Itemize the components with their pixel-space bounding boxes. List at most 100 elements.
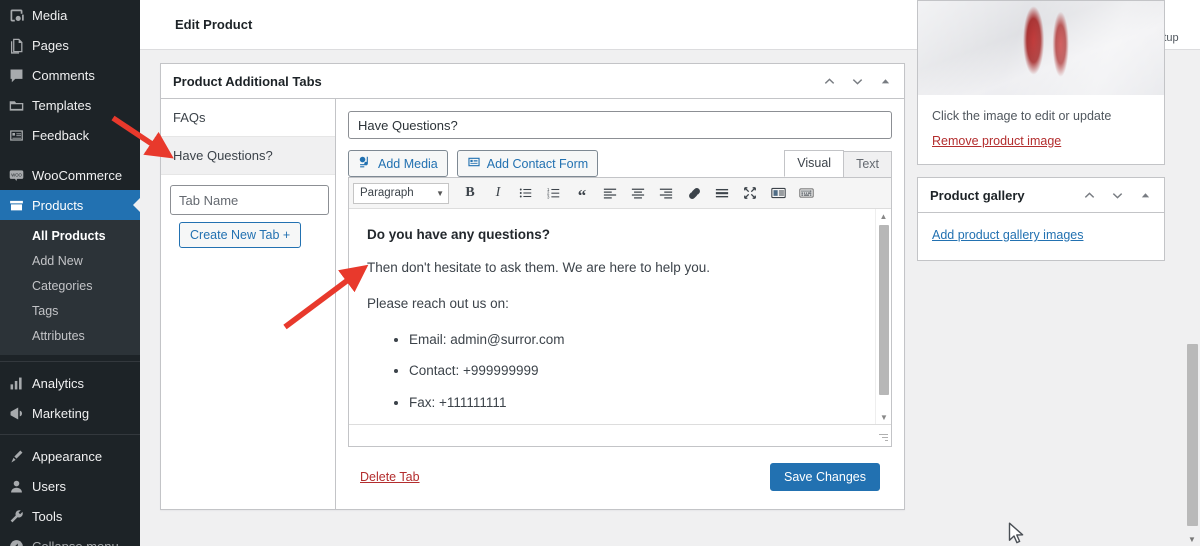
add-contact-form-button[interactable]: Add Contact Form [456, 150, 599, 177]
page-scroll-down-arrow-icon[interactable]: ▼ [1184, 535, 1200, 544]
pages-icon [8, 37, 32, 54]
content-paragraph-2: Please reach out us on: [367, 295, 509, 311]
scroll-up-arrow-icon[interactable]: ▲ [876, 209, 891, 223]
sidebar-subitem-attributes[interactable]: Attributes [0, 324, 140, 349]
editor-resize-handle[interactable] [878, 434, 888, 444]
tab-list-item-faqs[interactable]: FAQs [161, 99, 335, 137]
panel-body: FAQs Have Questions? Create New Tab + Ad… [161, 99, 904, 509]
editor-scrollbar-thumb[interactable] [879, 225, 889, 395]
content-list: Email: admin@surror.com Contact: +999999… [409, 331, 867, 412]
panel-header: Product Additional Tabs [161, 64, 904, 99]
blockquote-icon[interactable]: “ [569, 181, 595, 205]
media-icon [358, 155, 372, 172]
products-icon [8, 197, 32, 214]
align-right-icon[interactable] [653, 181, 679, 205]
product-gallery-header: Product gallery [918, 178, 1164, 213]
collapse-icon [8, 538, 32, 546]
bold-icon[interactable]: B [457, 181, 483, 205]
svg-text:WOO: WOO [11, 172, 22, 177]
add-media-button[interactable]: Add Media [348, 150, 448, 177]
woocommerce-icon: WOO [8, 167, 32, 184]
analytics-icon [8, 375, 32, 392]
feedback-icon [8, 127, 32, 144]
align-center-icon[interactable] [625, 181, 651, 205]
tab-visual[interactable]: Visual [784, 150, 845, 177]
editor-content[interactable]: Do you have any questions? Then don't he… [349, 209, 891, 424]
sidebar-item-label: Pages [32, 37, 69, 53]
list-item: Contact: +999999999 [409, 362, 867, 380]
sidebar-subitem-tags[interactable]: Tags [0, 299, 140, 324]
sidebar-divider [0, 434, 140, 435]
sidebar-item-media[interactable]: Media [0, 0, 140, 30]
editor-scrollbar[interactable]: ▲ ▼ [875, 209, 891, 424]
sidebar-subitem-all-products[interactable]: All Products [0, 224, 140, 249]
editor-toolbar: Paragraph ▼ B I 123 “ [349, 178, 891, 209]
add-media-label: Add Media [378, 156, 438, 171]
svg-text:3: 3 [547, 194, 550, 199]
product-image-panel: Click the image to edit or update Remove… [917, 0, 1165, 165]
sidebar-collapse-menu[interactable]: Collapse menu [0, 531, 140, 546]
numbered-list-icon[interactable]: 123 [541, 181, 567, 205]
sidebar-item-users[interactable]: Users [0, 471, 140, 501]
add-product-gallery-images-link[interactable]: Add product gallery images [932, 228, 1083, 242]
page-scrollbar[interactable]: ▼ [1184, 50, 1200, 546]
align-left-icon[interactable] [597, 181, 623, 205]
list-item: Email: admin@surror.com [409, 331, 867, 349]
save-changes-button[interactable]: Save Changes [769, 463, 880, 491]
product-additional-tabs-panel: Product Additional Tabs FAQs Have Questi… [160, 63, 905, 510]
sidebar-item-woocommerce[interactable]: WOO WooCommerce [0, 160, 140, 190]
sidebar-item-products[interactable]: Products [0, 190, 140, 220]
panel-title: Product Additional Tabs [173, 73, 322, 89]
link-icon[interactable] [681, 181, 707, 205]
product-image-caption: Click the image to edit or update [932, 109, 1112, 123]
product-image-thumbnail[interactable] [918, 1, 1164, 95]
tabs-list: FAQs Have Questions? Create New Tab + [161, 99, 336, 509]
format-select-value: Paragraph [360, 187, 414, 199]
sidebar-meta-column: Click the image to edit or update Remove… [917, 0, 1165, 273]
fullscreen-icon[interactable] [737, 181, 763, 205]
sidebar-subitem-add-new[interactable]: Add New [0, 249, 140, 274]
chevron-up-icon[interactable] [1078, 184, 1100, 206]
comments-icon [8, 67, 32, 84]
remove-product-image-link[interactable]: Remove product image [918, 123, 1075, 164]
create-new-tab-button[interactable]: Create New Tab + [179, 222, 302, 248]
chevron-down-icon[interactable] [1106, 184, 1128, 206]
templates-icon [8, 97, 32, 114]
caret-up-icon[interactable] [1134, 184, 1156, 206]
sidebar-item-comments[interactable]: Comments [0, 60, 140, 90]
sidebar-item-feedback[interactable]: Feedback [0, 120, 140, 150]
chevron-up-icon[interactable] [818, 70, 840, 92]
sidebar-subitem-categories[interactable]: Categories [0, 274, 140, 299]
sidebar-item-templates[interactable]: Templates [0, 90, 140, 120]
tab-text[interactable]: Text [843, 151, 892, 177]
italic-icon[interactable]: I [485, 181, 511, 205]
bulleted-list-icon[interactable] [513, 181, 539, 205]
sidebar-item-marketing[interactable]: Marketing [0, 398, 140, 428]
editor-media-row: Add Media Add Contact Form Visual Text [348, 150, 892, 177]
chevron-down-icon: ▼ [436, 188, 444, 198]
form-icon [467, 155, 481, 172]
product-gallery-panel: Product gallery Add product gallery imag… [917, 177, 1165, 261]
keyboard-shortcuts-icon[interactable] [793, 181, 819, 205]
sidebar-item-analytics[interactable]: Analytics [0, 368, 140, 398]
page-scrollbar-thumb[interactable] [1187, 344, 1198, 526]
tab-name-input[interactable] [170, 185, 329, 215]
marketing-icon [8, 405, 32, 422]
caret-up-icon[interactable] [874, 70, 896, 92]
add-contact-form-label: Add Contact Form [486, 156, 589, 171]
sidebar-item-label: Comments [32, 67, 95, 83]
delete-tab-link[interactable]: Delete Tab [360, 470, 420, 484]
sidebar-item-pages[interactable]: Pages [0, 30, 140, 60]
tab-title-input[interactable] [348, 111, 892, 139]
tab-list-item-have-questions[interactable]: Have Questions? [161, 137, 335, 175]
toolbar-toggle-icon[interactable] [765, 181, 791, 205]
sidebar-item-tools[interactable]: Tools [0, 501, 140, 531]
chevron-down-icon[interactable] [846, 70, 868, 92]
sidebar-item-appearance[interactable]: Appearance [0, 441, 140, 471]
format-select[interactable]: Paragraph ▼ [353, 182, 449, 204]
sidebar-collapse-label: Collapse menu [32, 538, 119, 546]
sidebar-item-label: Templates [32, 97, 92, 113]
read-more-icon[interactable] [709, 181, 735, 205]
gallery-handle-actions [1078, 184, 1156, 206]
scroll-down-arrow-icon[interactable]: ▼ [876, 410, 891, 424]
